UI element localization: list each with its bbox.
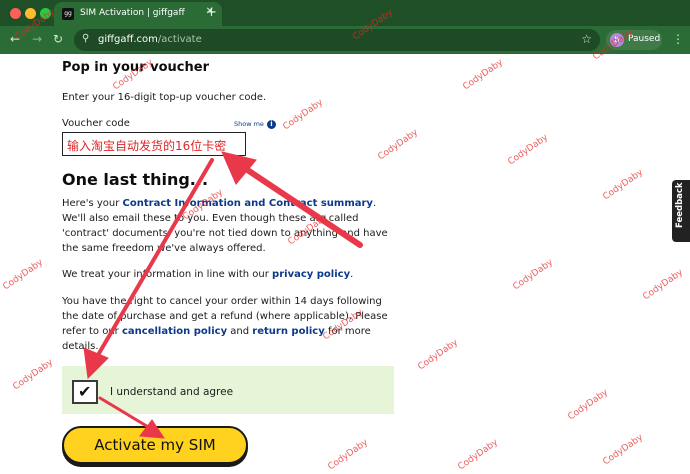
feedback-tab[interactable]: Feedback <box>672 180 690 242</box>
show-me-link[interactable]: Show me <box>234 120 264 128</box>
checkmark-icon: ✔ <box>78 382 92 401</box>
voucher-field-label: Voucher code <box>62 118 130 129</box>
url-host: giffgaff.com <box>98 34 158 45</box>
activate-sim-button[interactable]: Activate my SIM <box>62 426 248 464</box>
minimize-window-button[interactable] <box>25 8 36 19</box>
cancellation-paragraph: You have the right to cancel your order … <box>62 294 392 354</box>
new-tab-button[interactable]: + <box>206 5 217 20</box>
address-bar[interactable]: ⚲ giffgaff.com/activate ☆ <box>74 29 600 51</box>
avatar: b <box>610 33 624 47</box>
contract-info-link[interactable]: Contract Information and Contract summar… <box>123 198 373 209</box>
info-icon[interactable]: i <box>267 120 276 129</box>
privacy-text-post: . <box>350 269 354 280</box>
voucher-input-value: 输入淘宝自动发货的16位卡密 <box>67 139 227 153</box>
privacy-policy-link[interactable]: privacy policy <box>272 269 350 280</box>
browser-tab[interactable]: gg SIM Activation | giffgaff ✕ <box>54 2 222 26</box>
url-path: /activate <box>157 34 202 45</box>
agree-label[interactable]: I understand and agree <box>110 386 233 398</box>
tab-title: SIM Activation | giffgaff <box>80 8 185 18</box>
browser-titlebar: gg SIM Activation | giffgaff ✕ + <box>0 0 690 26</box>
forward-arrow-icon[interactable]: → <box>32 32 42 46</box>
back-arrow-icon[interactable]: ← <box>10 32 20 46</box>
activate-button-label: Activate my SIM <box>94 436 216 454</box>
site-info-icon[interactable]: ⚲ <box>82 33 89 44</box>
voucher-heading: Pop in your voucher <box>62 60 209 75</box>
url-text[interactable]: giffgaff.com/activate <box>98 34 202 45</box>
voucher-code-input[interactable]: 输入淘宝自动发货的16位卡密 <box>62 132 246 156</box>
contract-text-pre: Here's your <box>62 198 123 209</box>
contract-paragraph: Here's your Contract Information and Con… <box>62 196 392 256</box>
reload-icon[interactable]: ↻ <box>53 32 63 46</box>
browser-toolbar: ← → ↻ ⚲ giffgaff.com/activate ☆ b Paused… <box>0 26 690 54</box>
feedback-label: Feedback <box>675 182 685 228</box>
voucher-description: Enter your 16-digit top-up voucher code. <box>62 92 267 103</box>
privacy-paragraph: We treat your information in line with o… <box>62 267 392 282</box>
maximize-window-button[interactable] <box>40 8 51 19</box>
page-content: Pop in your voucher Enter your 16-digit … <box>0 54 690 474</box>
privacy-text-pre: We treat your information in line with o… <box>62 269 273 280</box>
cancellation-policy-link[interactable]: cancellation policy <box>122 326 227 337</box>
giffgaff-favicon-icon: gg <box>62 8 74 20</box>
agree-section: ✔ I understand and agree <box>62 366 394 414</box>
more-menu-icon[interactable]: ⋮ <box>672 32 684 46</box>
profile-button[interactable]: b Paused <box>606 30 662 50</box>
cancel-text-mid: and <box>227 326 253 337</box>
agree-checkbox[interactable]: ✔ <box>72 380 98 404</box>
close-window-button[interactable] <box>10 8 21 19</box>
return-policy-link[interactable]: return policy <box>252 326 324 337</box>
last-thing-heading: One last thing... <box>62 170 209 189</box>
bookmark-star-icon[interactable]: ☆ <box>581 32 592 46</box>
profile-status: Paused <box>628 34 661 44</box>
